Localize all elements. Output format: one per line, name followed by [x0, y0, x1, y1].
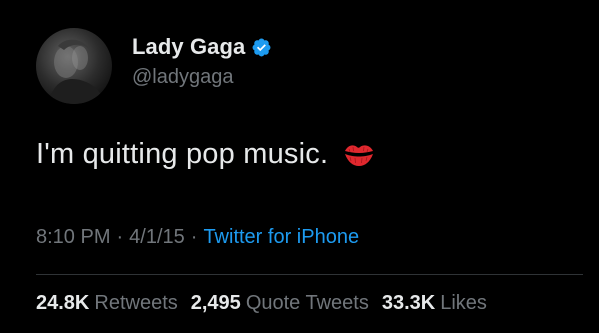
kiss-mark-icon [342, 141, 376, 169]
verified-badge-icon [251, 37, 272, 58]
retweets-stat[interactable]: 24.8K Retweets [36, 292, 178, 315]
author-name-row: Lady Gaga [132, 34, 272, 60]
likes-label: Likes [440, 292, 487, 314]
engagement-stats: 24.8K Retweets 2,495 Quote Tweets 33.3K … [36, 292, 500, 315]
quote-tweets-count: 2,495 [190, 292, 241, 314]
tweet-card: Lady Gaga @ladygaga I'm quitting pop mus… [0, 0, 599, 333]
author-display-name[interactable]: Lady Gaga [132, 34, 245, 60]
divider [36, 274, 583, 275]
meta-separator: · [116, 226, 124, 248]
meta-separator: · [190, 226, 198, 248]
tweet-date[interactable]: 4/1/15 [129, 226, 185, 249]
retweets-count: 24.8K [36, 292, 90, 314]
avatar-photo [46, 39, 106, 104]
tweet-meta: 8:10 PM · 4/1/15 · Twitter for iPhone [36, 226, 359, 249]
tweet-time[interactable]: 8:10 PM [36, 226, 110, 249]
tweet-text-row: I'm quitting pop music. [36, 138, 376, 171]
retweets-label: Retweets [94, 292, 178, 314]
tweet-text: I'm quitting pop music. [36, 138, 329, 170]
author-handle[interactable]: @ladygaga [132, 66, 233, 89]
quote-tweets-label: Quote Tweets [245, 292, 369, 314]
likes-stat[interactable]: 33.3K Likes [382, 292, 487, 315]
likes-count: 33.3K [381, 292, 436, 314]
tweet-source-link[interactable]: Twitter for iPhone [203, 226, 359, 249]
quote-tweets-stat[interactable]: 2,495 Quote Tweets [191, 292, 369, 315]
avatar[interactable] [36, 28, 112, 104]
